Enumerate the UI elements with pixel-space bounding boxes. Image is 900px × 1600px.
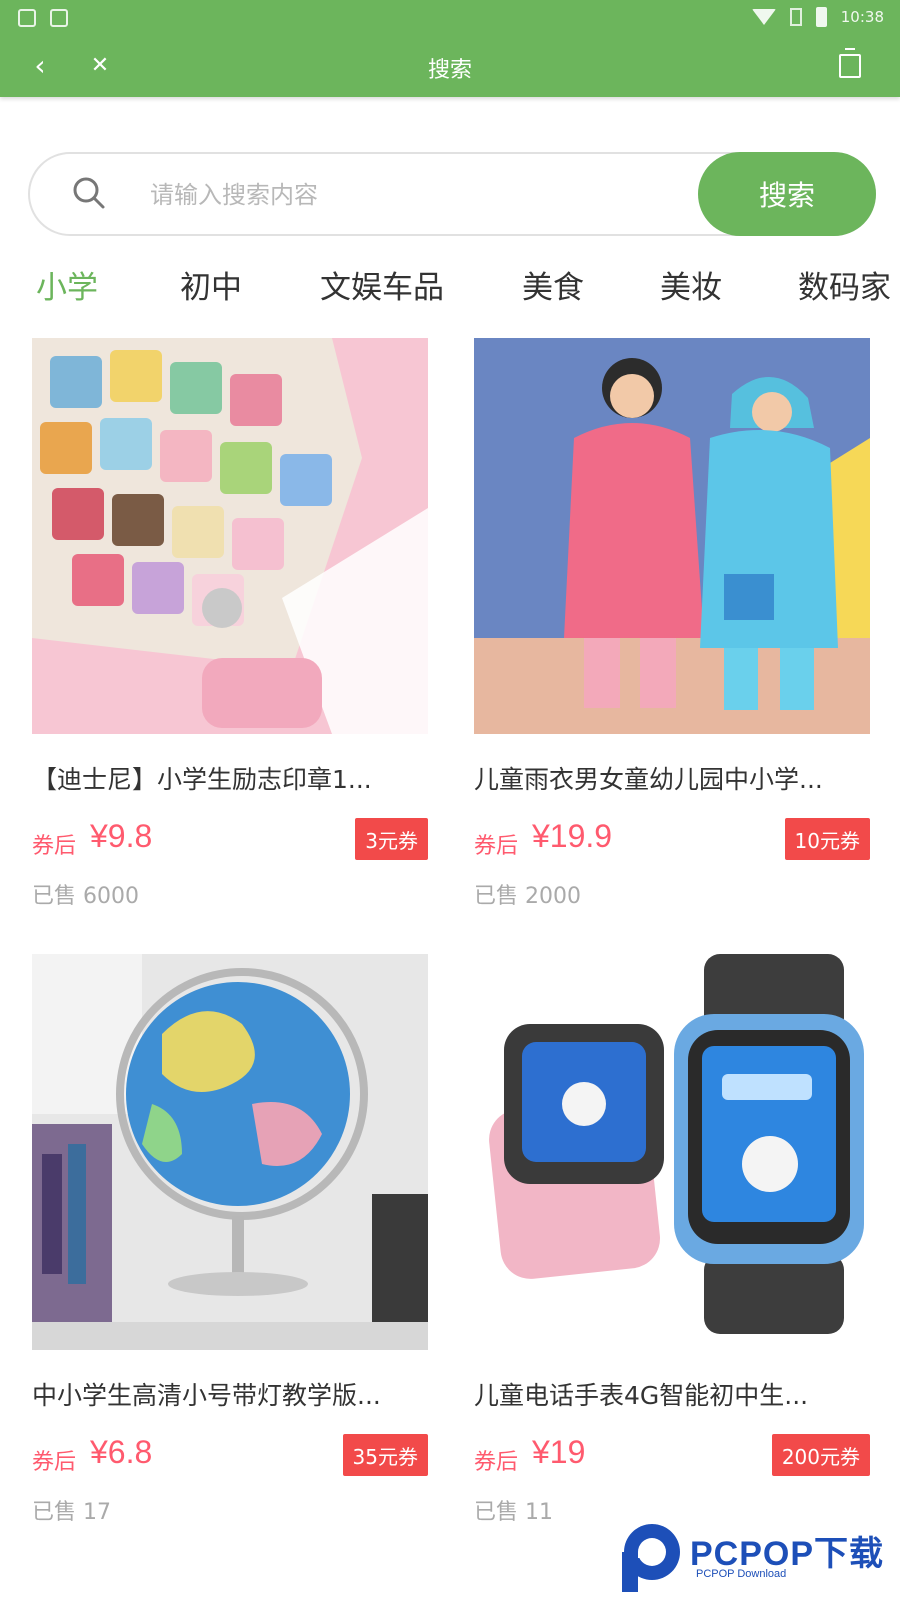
product-card[interactable]: 儿童雨衣男女童幼儿园中小学... 券后 ¥19.9 10元券 已售 2000 xyxy=(474,338,870,910)
tab-digital[interactable]: 数码家 xyxy=(798,262,891,307)
product-card[interactable]: 中小学生高清小号带灯教学版... 券后 ¥6.8 35元券 已售 17 xyxy=(32,954,428,1526)
sold-count: 已售 6000 xyxy=(32,884,139,909)
app-header: 10:38 ‹ ✕ 搜索 xyxy=(0,0,900,97)
price-label: 券后 xyxy=(32,834,77,859)
price-label: 券后 xyxy=(32,1450,77,1475)
status-right-icons: 10:38 xyxy=(751,7,884,27)
price-row: 券后 ¥19.9 10元券 xyxy=(474,818,870,864)
search-button[interactable]: 搜索 xyxy=(698,152,876,236)
status-left-icons xyxy=(18,9,68,27)
share-icon xyxy=(839,48,861,78)
tab-beauty[interactable]: 美妆 xyxy=(660,262,722,307)
page-title: 搜索 xyxy=(427,57,472,82)
product-price: ¥19 xyxy=(532,1434,586,1470)
pcpop-logo-icon xyxy=(622,1524,680,1592)
share-button[interactable] xyxy=(830,46,870,86)
search-icon xyxy=(73,177,105,209)
search-input[interactable] xyxy=(148,172,712,218)
product-price: ¥19.9 xyxy=(532,818,613,854)
price-row: 券后 ¥6.8 35元券 xyxy=(32,1434,428,1480)
product-image xyxy=(32,338,428,734)
status-time: 10:38 xyxy=(840,8,884,26)
coupon-badge[interactable]: 3元券 xyxy=(355,818,428,860)
sold-count: 已售 17 xyxy=(32,1500,111,1525)
product-price: ¥6.8 xyxy=(90,1434,153,1470)
product-price: ¥9.8 xyxy=(90,818,153,854)
coupon-badge[interactable]: 200元券 xyxy=(771,1434,870,1476)
wifi-icon xyxy=(751,9,776,25)
category-tabs: 小学 初中 文娱车品 美食 美妆 数码家 xyxy=(0,262,900,322)
tab-primary-school[interactable]: 小学 xyxy=(36,262,98,307)
tab-junior-high[interactable]: 初中 xyxy=(180,262,242,307)
sold-count: 已售 2000 xyxy=(474,884,581,909)
product-title: 儿童雨衣男女童幼儿园中小学... xyxy=(474,765,823,794)
pcpop-watermark: PCPOP下载 PCPOP Download xyxy=(616,1516,896,1596)
nav-bar: ‹ ✕ 搜索 xyxy=(0,46,900,90)
status-bar: 10:38 xyxy=(0,0,900,40)
product-image xyxy=(32,954,428,1350)
gallery-notification-icon xyxy=(18,9,36,27)
coupon-badge[interactable]: 35元券 xyxy=(342,1434,428,1476)
product-title: 中小学生高清小号带灯教学版... xyxy=(32,1381,381,1410)
price-row: 券后 ¥19 200元券 xyxy=(474,1434,870,1480)
battery-icon xyxy=(815,7,827,27)
product-title: 【迪士尼】小学生励志印章1... xyxy=(32,765,372,794)
price-label: 券后 xyxy=(474,1450,519,1475)
product-image xyxy=(474,338,870,734)
tab-food[interactable]: 美食 xyxy=(522,262,584,307)
product-card[interactable]: 儿童电话手表4G智能初中生... 券后 ¥19 200元券 已售 11 xyxy=(474,954,870,1526)
message-notification-icon xyxy=(50,9,68,27)
price-row: 券后 ¥9.8 3元券 xyxy=(32,818,428,864)
tab-entertainment-auto[interactable]: 文娱车品 xyxy=(320,262,444,307)
price-label: 券后 xyxy=(474,834,519,859)
product-card[interactable]: 【迪士尼】小学生励志印章1... 券后 ¥9.8 3元券 已售 6000 xyxy=(32,338,428,910)
sim-icon xyxy=(789,8,802,26)
search-bar: 搜索 xyxy=(28,152,876,236)
product-title: 儿童电话手表4G智能初中生... xyxy=(474,1381,809,1410)
product-image xyxy=(474,954,870,1350)
watermark-subtext: PCPOP Download xyxy=(696,1568,787,1580)
coupon-badge[interactable]: 10元券 xyxy=(784,818,870,860)
